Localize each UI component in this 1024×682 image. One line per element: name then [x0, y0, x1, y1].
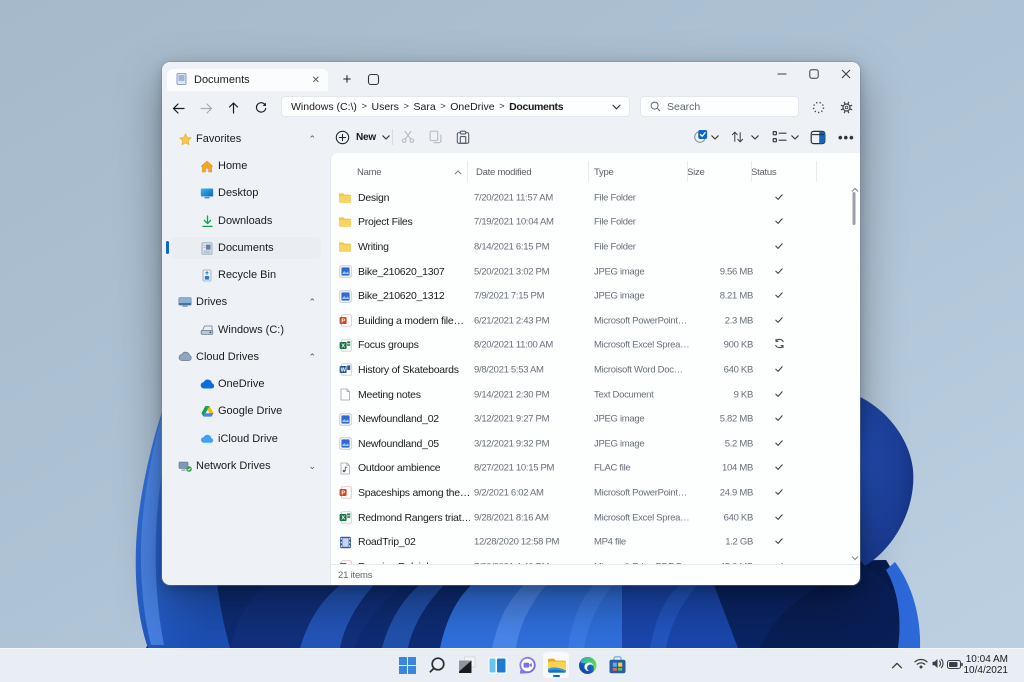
svg-text:P: P: [341, 491, 345, 497]
svg-text:X: X: [341, 343, 345, 349]
svg-text:P: P: [341, 319, 345, 325]
svg-text:X: X: [341, 515, 345, 521]
